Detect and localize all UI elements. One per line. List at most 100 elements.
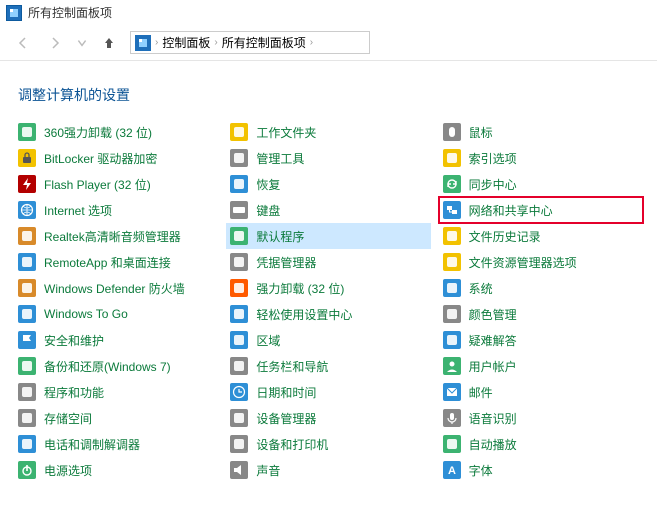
devicemgr-icon [230, 409, 248, 427]
control-panel-item-label: 文件历史记录 [469, 228, 541, 245]
control-panel-item-label: Flash Player (32 位) [44, 176, 151, 193]
control-panel-item-label: 备份和还原(Windows 7) [44, 358, 171, 375]
forward-button[interactable] [44, 32, 66, 54]
control-panel-item[interactable]: 用户帐户 [439, 353, 643, 379]
control-panel-item-label: 同步中心 [469, 176, 517, 193]
control-panel-item-label: Windows Defender 防火墙 [44, 280, 185, 297]
control-panel-item-label: 设备和打印机 [256, 436, 328, 453]
control-panel-item[interactable]: 默认程序 [226, 223, 430, 249]
trash-360-icon [18, 123, 36, 141]
realtek-icon [18, 227, 36, 245]
phone-icon [18, 435, 36, 453]
control-panel-item[interactable]: 网络和共享中心 [439, 197, 643, 223]
togo-icon [18, 305, 36, 323]
control-panel-item-label: 默认程序 [256, 228, 304, 245]
flag-icon [18, 331, 36, 349]
control-panel-item[interactable]: Windows To Go [14, 301, 218, 327]
control-panel-item[interactable]: Internet 选项 [14, 197, 218, 223]
power-icon [18, 461, 36, 479]
fonts-icon: A [443, 461, 461, 479]
control-panel-item[interactable]: 备份和还原(Windows 7) [14, 353, 218, 379]
breadcrumb-current[interactable]: 所有控制面板项 [222, 34, 306, 51]
users-icon [443, 357, 461, 375]
control-panel-item[interactable]: RemoteApp 和桌面连接 [14, 249, 218, 275]
control-panel-item[interactable]: 电话和调制解调器 [14, 431, 218, 457]
control-panel-item-label: 键盘 [256, 202, 280, 219]
control-panel-item[interactable]: 360强力卸载 (32 位) [14, 119, 218, 145]
control-panel-item-label: 恢复 [256, 176, 280, 193]
region-icon [230, 331, 248, 349]
control-panel-item[interactable]: 颜色管理 [439, 301, 643, 327]
control-panel-item[interactable]: 区域 [226, 327, 430, 353]
control-panel-item[interactable]: 邮件 [439, 379, 643, 405]
system-icon [443, 279, 461, 297]
breadcrumb[interactable]: › 控制面板 › 所有控制面板项 › [130, 31, 370, 54]
control-panel-item[interactable]: 键盘 [226, 197, 430, 223]
control-panel-item[interactable]: Flash Player (32 位) [14, 171, 218, 197]
control-panel-item[interactable]: 强力卸载 (32 位) [226, 275, 430, 301]
control-panel-item[interactable]: Realtek高清晰音频管理器 [14, 223, 218, 249]
control-panel-item[interactable]: 索引选项 [439, 145, 643, 171]
control-panel-item[interactable]: 日期和时间 [226, 379, 430, 405]
flash-icon [18, 175, 36, 193]
control-panel-item-label: 邮件 [469, 384, 493, 401]
breadcrumb-root[interactable]: 控制面板 [162, 34, 210, 51]
control-panel-item-label: 管理工具 [256, 150, 304, 167]
control-panel-item[interactable]: 文件资源管理器选项 [439, 249, 643, 275]
control-panel-item[interactable]: A字体 [439, 457, 643, 483]
control-panel-item[interactable]: 声音 [226, 457, 430, 483]
control-panel-item[interactable]: 管理工具 [226, 145, 430, 171]
control-panel-item[interactable]: 语音识别 [439, 405, 643, 431]
control-panel-item[interactable]: 工作文件夹 [226, 119, 430, 145]
control-panel-item[interactable]: 凭据管理器 [226, 249, 430, 275]
control-panel-item-label: 轻松使用设置中心 [256, 306, 352, 323]
lock-icon [18, 149, 36, 167]
control-panel-item-label: 程序和功能 [44, 384, 104, 401]
control-panel-item[interactable]: 自动播放 [439, 431, 643, 457]
filehistory-icon [443, 227, 461, 245]
backup-icon [18, 357, 36, 375]
control-panel-item[interactable]: 文件历史记录 [439, 223, 643, 249]
control-panel-item[interactable]: 程序和功能 [14, 379, 218, 405]
control-panel-item[interactable]: BitLocker 驱动器加密 [14, 145, 218, 171]
history-dropdown[interactable] [76, 32, 88, 54]
control-panel-item[interactable]: 轻松使用设置中心 [226, 301, 430, 327]
control-panel-item-label: 电话和调制解调器 [44, 436, 140, 453]
control-panel-item[interactable]: 电源选项 [14, 457, 218, 483]
control-panel-item-label: 设备管理器 [256, 410, 316, 427]
back-button[interactable] [12, 32, 34, 54]
control-panel-item[interactable]: 系统 [439, 275, 643, 301]
speech-icon [443, 409, 461, 427]
printers-icon [230, 435, 248, 453]
credentials-icon [230, 253, 248, 271]
control-panel-item[interactable]: 设备管理器 [226, 405, 430, 431]
window-titlebar: 所有控制面板项 [0, 0, 657, 25]
control-panel-item[interactable]: 疑难解答 [439, 327, 643, 353]
control-panel-item[interactable]: 设备和打印机 [226, 431, 430, 457]
chevron-right-icon: › [155, 37, 158, 48]
control-panel-item-label: 颜色管理 [469, 306, 517, 323]
uninstall-icon [230, 279, 248, 297]
up-button[interactable] [98, 32, 120, 54]
control-panel-icon [135, 35, 151, 51]
control-panel-item[interactable]: 存储空间 [14, 405, 218, 431]
control-panel-item-label: 强力卸载 (32 位) [256, 280, 344, 297]
control-panel-item-label: 区域 [256, 332, 280, 349]
indexing-icon [443, 149, 461, 167]
control-panel-item[interactable]: 恢复 [226, 171, 430, 197]
admintools-icon [230, 149, 248, 167]
control-panel-item-label: BitLocker 驱动器加密 [44, 150, 157, 167]
control-panel-item-label: Realtek高清晰音频管理器 [44, 228, 181, 245]
control-panel-item-label: 鼠标 [469, 124, 493, 141]
control-panel-item[interactable]: 鼠标 [439, 119, 643, 145]
control-panel-item-label: 索引选项 [469, 150, 517, 167]
sync-icon [443, 175, 461, 193]
control-panel-item[interactable]: 任务栏和导航 [226, 353, 430, 379]
defaults-icon [230, 227, 248, 245]
control-panel-item[interactable]: Windows Defender 防火墙 [14, 275, 218, 301]
control-panel-item[interactable]: 安全和维护 [14, 327, 218, 353]
control-panel-item-label: Windows To Go [44, 307, 128, 321]
recovery-icon [230, 175, 248, 193]
taskbar-icon [230, 357, 248, 375]
control-panel-item[interactable]: 同步中心 [439, 171, 643, 197]
